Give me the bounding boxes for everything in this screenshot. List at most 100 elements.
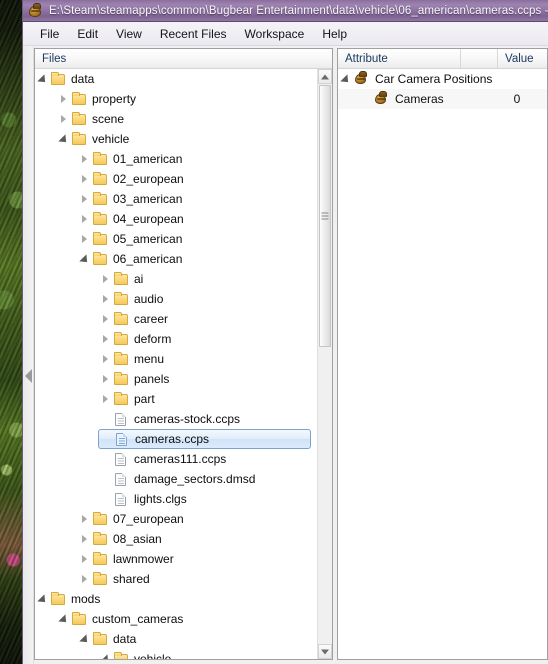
chevron-right-icon[interactable] xyxy=(98,309,113,329)
tree-row[interactable]: damage_sectors.dmsd xyxy=(98,469,317,489)
folder-icon xyxy=(71,131,88,147)
tree-row[interactable]: 03_american xyxy=(77,189,317,209)
tree-row[interactable]: 01_american xyxy=(77,149,317,169)
tree-row[interactable]: mods xyxy=(35,589,317,609)
files-column-header[interactable]: Files xyxy=(35,49,332,68)
menu-item-file[interactable]: File xyxy=(31,24,68,44)
tree-row[interactable]: vehicle xyxy=(98,649,317,659)
chevron-down-icon[interactable] xyxy=(77,629,92,649)
tree-row[interactable]: 06_american xyxy=(77,249,317,269)
menu-item-help[interactable]: Help xyxy=(313,24,356,44)
tree-row-label: menu xyxy=(134,352,165,366)
folder-icon xyxy=(113,391,130,407)
scroll-up-button[interactable] xyxy=(318,69,332,84)
collapse-left-arrow-icon[interactable] xyxy=(25,369,32,383)
chevron-right-icon[interactable] xyxy=(56,89,71,109)
tree-row[interactable]: data xyxy=(35,69,317,89)
tree-twisty-empty xyxy=(98,489,113,509)
tree-row[interactable]: lights.clgs xyxy=(98,489,317,509)
tree-row[interactable]: audio xyxy=(98,289,317,309)
chevron-right-icon[interactable] xyxy=(77,529,92,549)
folder-icon xyxy=(92,151,109,167)
tree-row[interactable]: cameras-stock.ccps xyxy=(98,409,317,429)
files-tree: data property scene vehicle 01_american 02_eu… xyxy=(35,69,317,659)
chevron-down-icon[interactable] xyxy=(98,649,113,659)
chevron-right-icon[interactable] xyxy=(77,189,92,209)
attribute-row[interactable]: Car Camera Positions xyxy=(338,69,547,89)
menu-item-view[interactable]: View xyxy=(107,24,151,44)
tree-row[interactable]: menu xyxy=(98,349,317,369)
chevron-right-icon[interactable] xyxy=(77,149,92,169)
value-column-header[interactable]: Value xyxy=(498,49,547,68)
folder-icon xyxy=(50,591,67,607)
chevron-right-icon[interactable] xyxy=(77,169,92,189)
chevron-down-icon[interactable] xyxy=(338,69,353,89)
scrollbar-thumb[interactable] xyxy=(319,85,331,347)
chevron-down-icon[interactable] xyxy=(56,129,71,149)
content-area: Files data property scene vehicle 01_america… xyxy=(23,47,548,664)
folder-icon xyxy=(113,311,130,327)
chevron-down-icon[interactable] xyxy=(56,609,71,629)
tree-row-label: data xyxy=(71,72,95,86)
attribute-value[interactable]: 0 xyxy=(487,89,547,109)
chevron-right-icon[interactable] xyxy=(98,269,113,289)
menu-item-recent-files[interactable]: Recent Files xyxy=(151,24,236,44)
tree-row[interactable]: property xyxy=(56,89,317,109)
tree-row-label: ai xyxy=(134,272,144,286)
chevron-down-icon[interactable] xyxy=(35,589,50,609)
chevron-right-icon[interactable] xyxy=(77,569,92,589)
chevron-right-icon[interactable] xyxy=(77,229,92,249)
chevron-down-icon[interactable] xyxy=(35,69,50,89)
tree-row[interactable]: career xyxy=(98,309,317,329)
menu-item-workspace[interactable]: Workspace xyxy=(236,24,314,44)
tree-twisty-empty xyxy=(98,449,113,469)
tree-row[interactable]: lawnmower xyxy=(77,549,317,569)
chevron-right-icon[interactable] xyxy=(98,369,113,389)
chevron-right-icon[interactable] xyxy=(77,209,92,229)
chevron-right-icon[interactable] xyxy=(98,329,113,349)
attribute-row[interactable]: Cameras 0 xyxy=(338,89,547,109)
files-panel: Files data property scene vehicle 01_america… xyxy=(34,48,333,660)
chevron-right-icon[interactable] xyxy=(77,549,92,569)
tree-row[interactable]: 08_asian xyxy=(77,529,317,549)
tree-row[interactable]: deform xyxy=(98,329,317,349)
tree-row[interactable]: part xyxy=(98,389,317,409)
document-icon xyxy=(113,491,130,507)
tree-row-selected[interactable]: cameras.ccps xyxy=(98,429,311,449)
tree-row[interactable]: data xyxy=(77,629,317,649)
attribute-column-header[interactable]: Attribute xyxy=(338,49,460,68)
tree-row[interactable]: panels xyxy=(98,369,317,389)
tree-row-label: lawnmower xyxy=(113,552,174,566)
chevron-right-icon[interactable] xyxy=(98,289,113,309)
chevron-right-icon[interactable] xyxy=(56,109,71,129)
tree-row[interactable]: 07_european xyxy=(77,509,317,529)
scroll-down-button[interactable] xyxy=(318,644,332,659)
tree-row[interactable]: ai xyxy=(98,269,317,289)
folder-icon xyxy=(92,551,109,567)
tree-row[interactable]: shared xyxy=(77,569,317,589)
tree-row[interactable]: custom_cameras xyxy=(56,609,317,629)
tree-row[interactable]: cameras111.ccps xyxy=(98,449,317,469)
folder-icon xyxy=(92,251,109,267)
tree-row-label: 03_american xyxy=(113,192,183,206)
folder-icon xyxy=(92,211,109,227)
chevron-right-icon[interactable] xyxy=(98,389,113,409)
tree-row[interactable]: scene xyxy=(56,109,317,129)
attribute-name: Car Camera Positions xyxy=(375,72,493,86)
folder-icon xyxy=(50,71,67,87)
chevron-down-icon[interactable] xyxy=(77,249,92,269)
files-vertical-scrollbar[interactable] xyxy=(317,69,332,659)
tree-row[interactable]: 02_european xyxy=(77,169,317,189)
window-title: E:\Steam\steamapps\common\Bugbear Entert… xyxy=(49,4,548,17)
panel-collapse-strip[interactable] xyxy=(23,47,34,664)
attributes-panel-header: Attribute Value xyxy=(338,49,547,69)
chevron-right-icon[interactable] xyxy=(77,509,92,529)
files-tree-scroll-area: data property scene vehicle 01_american 02_eu… xyxy=(35,69,332,659)
tree-row-label: mods xyxy=(71,592,101,606)
tree-row[interactable]: 04_european xyxy=(77,209,317,229)
menu-item-edit[interactable]: Edit xyxy=(68,24,107,44)
tree-row[interactable]: vehicle xyxy=(56,129,317,149)
chevron-right-icon[interactable] xyxy=(98,349,113,369)
document-icon xyxy=(113,471,130,487)
tree-row[interactable]: 05_american xyxy=(77,229,317,249)
